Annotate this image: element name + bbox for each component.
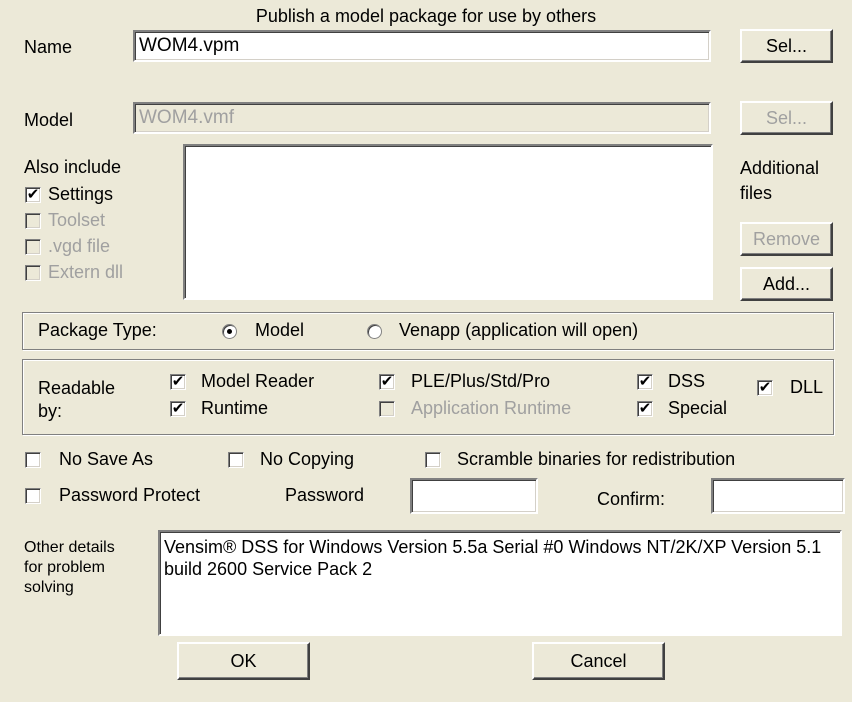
toolset-checkbox xyxy=(25,213,41,229)
special-checkbox[interactable]: ✔ xyxy=(637,401,653,417)
settings-label: Settings xyxy=(48,184,114,204)
scramble-checkbox[interactable] xyxy=(425,452,441,468)
dialog-title: Publish a model package for use by other… xyxy=(255,6,597,26)
additional-files-label-2: files xyxy=(740,183,773,203)
no-copying-checkbox[interactable] xyxy=(228,452,244,468)
cancel-button[interactable]: Cancel xyxy=(532,642,665,680)
dss-label: DSS xyxy=(668,371,706,391)
name-label: Name xyxy=(24,37,73,57)
checkmark-icon: ✔ xyxy=(638,400,652,417)
no-copying-label: No Copying xyxy=(260,449,355,469)
additional-files-list[interactable] xyxy=(183,144,713,300)
remove-button: Remove xyxy=(740,222,833,256)
model-reader-label: Model Reader xyxy=(201,371,315,391)
password-protect-checkbox[interactable] xyxy=(25,488,41,504)
model-label: Model xyxy=(24,110,74,130)
application-runtime-checkbox xyxy=(379,401,395,417)
model-select-button: Sel... xyxy=(740,101,833,135)
venapp-radio-label: Venapp (application will open) xyxy=(399,320,639,340)
no-save-as-checkbox[interactable] xyxy=(25,452,41,468)
package-type-label: Package Type: xyxy=(38,320,157,340)
checkmark-icon: ✔ xyxy=(638,373,652,390)
settings-checkbox[interactable]: ✔ xyxy=(25,187,41,203)
other-details-text[interactable]: Vensim® DSS for Windows Version 5.5a Ser… xyxy=(158,530,842,636)
checkmark-icon: ✔ xyxy=(26,186,40,203)
vgd-file-checkbox xyxy=(25,239,41,255)
name-input[interactable]: WOM4.vpm xyxy=(133,30,711,62)
extern-dll-label: Extern dll xyxy=(48,262,124,282)
checkmark-icon: ✔ xyxy=(380,373,394,390)
toolset-label: Toolset xyxy=(48,210,106,230)
dll-checkbox[interactable]: ✔ xyxy=(757,380,773,396)
application-runtime-label: Application Runtime xyxy=(411,398,572,418)
checkmark-icon: ✔ xyxy=(758,379,772,396)
radio-dot-icon xyxy=(227,329,232,334)
model-radio-label: Model xyxy=(255,320,305,340)
scramble-label: Scramble binaries for redistribution xyxy=(457,449,736,469)
runtime-label: Runtime xyxy=(201,398,269,418)
model-radio[interactable] xyxy=(222,324,237,339)
ple-plus-std-pro-label: PLE/Plus/Std/Pro xyxy=(411,371,551,391)
model-input: WOM4.vmf xyxy=(133,102,711,134)
extern-dll-checkbox xyxy=(25,265,41,281)
confirm-password-input[interactable] xyxy=(711,478,845,514)
other-details-label-1: Other details xyxy=(24,539,115,556)
ok-button[interactable]: OK xyxy=(177,642,310,680)
no-save-as-label: No Save As xyxy=(59,449,154,469)
model-reader-checkbox[interactable]: ✔ xyxy=(170,374,186,390)
dss-checkbox[interactable]: ✔ xyxy=(637,374,653,390)
password-input[interactable] xyxy=(410,478,538,514)
dll-label: DLL xyxy=(790,377,824,397)
also-include-label: Also include xyxy=(24,157,122,177)
other-details-label-2: for problem xyxy=(24,559,105,576)
special-label: Special xyxy=(668,398,728,418)
readable-label-2: by: xyxy=(38,401,63,421)
ple-plus-std-pro-checkbox[interactable]: ✔ xyxy=(379,374,395,390)
checkmark-icon: ✔ xyxy=(171,400,185,417)
name-select-button[interactable]: Sel... xyxy=(740,29,833,63)
venapp-radio[interactable] xyxy=(367,324,382,339)
password-protect-label: Password Protect xyxy=(59,485,201,505)
readable-label-1: Readable xyxy=(38,378,116,398)
add-button[interactable]: Add... xyxy=(740,267,833,301)
other-details-label-3: solving xyxy=(24,579,74,596)
password-label: Password xyxy=(285,485,365,505)
confirm-label: Confirm: xyxy=(597,489,666,509)
vgd-file-label: .vgd file xyxy=(48,236,111,256)
checkmark-icon: ✔ xyxy=(171,373,185,390)
additional-files-label-1: Additional xyxy=(740,158,820,178)
runtime-checkbox[interactable]: ✔ xyxy=(170,401,186,417)
